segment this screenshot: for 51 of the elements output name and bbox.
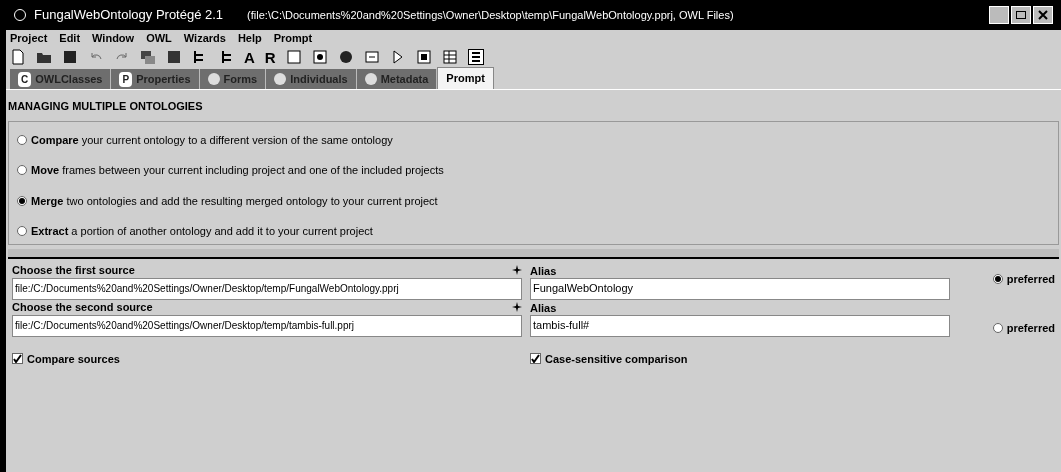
field-label: Choose the second source [12,299,153,315]
preferred-radio[interactable]: preferred [992,319,1055,336]
preferred-radio[interactable]: preferred [992,270,1055,287]
close-button[interactable] [1033,6,1053,24]
radio-option[interactable]: Move frames between your current including project and one of the included projects [17,162,1050,179]
menu-item[interactable]: Wizards [183,29,226,47]
tab[interactable]: C OWLClasses [10,69,112,89]
menu-item[interactable]: Project [10,29,48,47]
window-path: (file:\C:\Documents%20and%20Settings\Owner\Desktop\temp\FungalWebOntology.pprj, OWL Files) [247,7,734,23]
new-file-icon[interactable] [10,49,26,65]
checkbox[interactable] [530,353,541,365]
sort-icon[interactable] [467,49,484,65]
alias-field[interactable]: FungalWebOntology [530,277,950,300]
menu-item[interactable]: Window [92,29,135,47]
field-label: Alias [530,300,558,315]
window-title: FungalWebOntology Protégé 2.1 [34,6,224,25]
table-icon[interactable] [441,49,458,65]
menu-item[interactable]: Edit [59,29,81,47]
radio-option[interactable]: Compare your current ontology to a different version of the same ontology [17,131,1050,148]
toolbar-letter-button[interactable]: R [264,49,276,65]
tab-icon [364,73,377,85]
close-icon [1038,10,1048,20]
checkbox-label: Compare sources [27,351,120,367]
toolbar-letter-button[interactable]: A [244,49,255,65]
menu-item[interactable]: OWL [146,29,172,47]
source-path-field[interactable]: file:/C:/Documents%20and%20Settings/Owner/Desktop/temp/tambis-full.pprj [12,314,522,337]
checkbox-label: Case-sensitive comparison [545,351,688,367]
tab[interactable]: P Properties [111,69,200,89]
add-icon[interactable] [512,265,522,275]
tab-icon [274,73,287,85]
maximize-button[interactable] [1011,6,1031,24]
field-label: Alias [530,263,558,278]
radio-option[interactable]: Merge two ontologies and add the resulting merged ontology to your current project [17,192,1050,209]
tab-icon [207,73,220,85]
copy-icon[interactable] [140,49,156,65]
window-icon[interactable] [415,49,432,65]
add-icon[interactable] [512,302,522,312]
splitter[interactable] [8,248,1059,259]
checkmark-icon [13,354,22,364]
alias-field[interactable]: tambis-full# [530,314,950,337]
tab-badge: C [18,71,32,87]
menu-item[interactable]: Help [237,29,262,47]
tab[interactable]: Prompt [437,67,494,89]
menu-item[interactable]: Prompt [273,29,313,47]
tab-badge: P [119,71,133,87]
checkbox[interactable] [12,353,23,365]
radio-option[interactable]: Extract a portion of another ontology and add it to your current project [17,223,1050,240]
field-label: Choose the first source [12,262,135,278]
checkmark-icon [531,354,540,364]
source-path-field[interactable]: file:/C:/Documents%20and%20Settings/Owner/Desktop/temp/FungalWebOntology.pprj [12,277,522,300]
section-title: MANAGING MULTIPLE ONTOLOGIES [8,99,204,114]
